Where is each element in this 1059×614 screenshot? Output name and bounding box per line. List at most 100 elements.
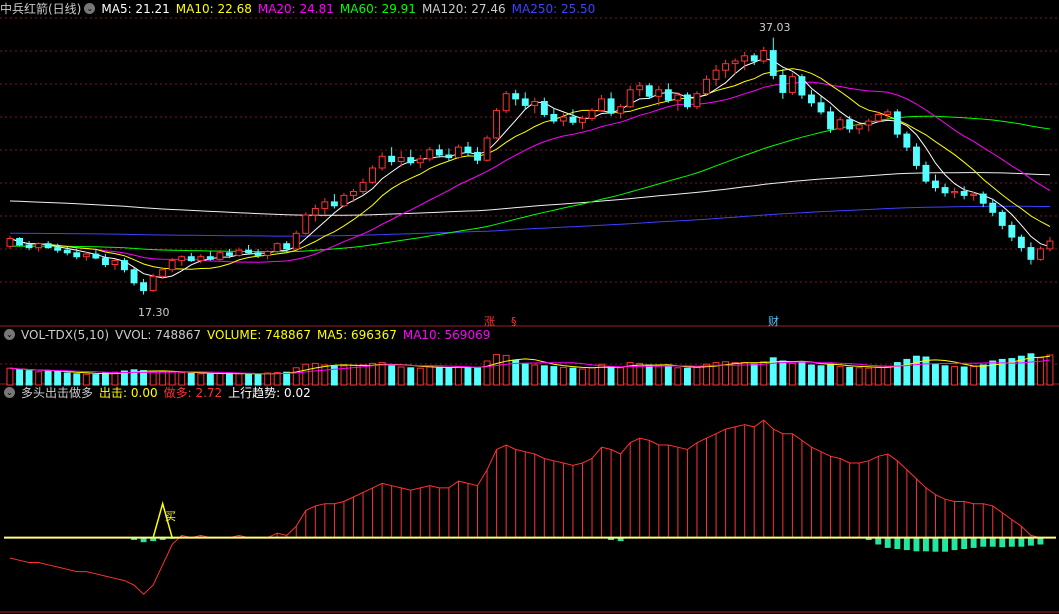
candle-body (779, 74, 787, 93)
candle-body (693, 93, 701, 108)
candle-body (607, 98, 615, 114)
volume-bar (483, 360, 491, 386)
volume-bar (455, 366, 462, 386)
volume-bar (102, 372, 109, 386)
uptrend-bar (1028, 537, 1034, 546)
uptrend-bar (1037, 537, 1044, 545)
candle-body (121, 260, 128, 271)
volume-bar (502, 354, 510, 386)
volume-bar (808, 364, 815, 386)
volume-bar (168, 371, 176, 386)
volume-bar (63, 372, 71, 386)
candle-body (960, 191, 968, 196)
volume-bar (378, 362, 386, 386)
uptrend-bar (999, 537, 1006, 548)
candle-body (435, 149, 443, 156)
volume-bar (397, 366, 405, 386)
volume-bar (216, 372, 224, 386)
volume-bar (741, 362, 749, 386)
ma250-line (10, 205, 1050, 237)
volume-bar (388, 365, 396, 386)
volume-bar (474, 367, 482, 386)
candle-body (1037, 248, 1044, 260)
volume-bar (359, 364, 367, 386)
volume-bar (521, 362, 529, 386)
event-marker-cai[interactable]: 财 (768, 314, 779, 328)
candle-body (206, 256, 214, 260)
ind-legend-item: 多头出击做多 (21, 386, 94, 400)
settings-chevron-icon[interactable]: ⌄ (84, 3, 96, 14)
indicator-settings-chevron-icon[interactable]: ⌄ (4, 387, 15, 398)
candle-body (340, 194, 348, 207)
uptrend-bar (903, 537, 910, 551)
volume-bar (731, 362, 739, 386)
volume-bar (311, 362, 319, 386)
moving-average-lines (9, 57, 1051, 279)
volume-bars (6, 353, 1054, 386)
candle-body (722, 63, 729, 71)
candle-body (82, 253, 90, 258)
candle-body (6, 238, 14, 247)
candle-body (493, 110, 501, 139)
candle-body (893, 111, 901, 135)
candle-body (874, 114, 882, 122)
volume-bar (836, 366, 844, 386)
uptrend-bar (894, 537, 901, 549)
candle-body (531, 101, 539, 106)
candle-body (626, 89, 634, 108)
volume-bar (73, 373, 81, 386)
vol-legend-item: VOLUME: 748867 (207, 328, 311, 342)
candle-body (302, 214, 310, 234)
volume-bar (798, 362, 806, 386)
candle-body (25, 244, 33, 249)
candle-body (846, 119, 854, 130)
ma-legend-item: MA60: 29.91 (339, 2, 416, 16)
stock-chart[interactable]: 37.03 17.30 买 涨 § 财 (0, 0, 1059, 614)
volume-bar (531, 364, 539, 386)
vol-legend-item: VOL-TDX(5,10) (21, 328, 110, 342)
annotations: 37.03 17.30 买 涨 § 财 (138, 21, 791, 523)
volume-bar (674, 367, 682, 386)
volume-bar (932, 363, 939, 386)
uptrend-bar (932, 537, 939, 552)
candle-body (73, 252, 81, 258)
candle-body (1008, 224, 1016, 238)
ma5-line (9, 57, 1051, 279)
volume-bar (865, 367, 873, 386)
candle-body (445, 154, 453, 159)
volume-bar (44, 370, 52, 386)
volume-bar (579, 368, 586, 386)
candle-body (359, 181, 367, 192)
volume-bar (884, 366, 892, 386)
candle-body (197, 256, 205, 262)
volume-bar (750, 363, 758, 386)
candlestick-series (6, 37, 1054, 295)
volume-bar (226, 372, 233, 386)
candle-body (63, 249, 71, 254)
ind-legend-item: 做多: 2.72 (163, 386, 223, 400)
uptrend-bar (913, 537, 920, 552)
candle-body (655, 89, 663, 97)
uptrend-bar (970, 537, 977, 548)
main-chart-header: 中兵红箭(日线) ⌄ MA5: 21.21 MA10: 22.68 MA20: 24.8… (0, 1, 607, 18)
uptrend-bar (923, 537, 929, 552)
volume-bar (445, 367, 453, 386)
candle-body (989, 202, 997, 213)
candle-body (970, 193, 978, 196)
candle-body (788, 76, 796, 93)
ma-legend: MA5: 21.21 MA10: 22.68 MA20: 24.81 MA60: 29… (101, 2, 601, 16)
volume-bar (6, 367, 14, 386)
volume-bar (16, 369, 24, 386)
candle-body (808, 94, 815, 104)
event-marker-section[interactable]: § (511, 315, 517, 328)
candle-body (187, 256, 195, 262)
candle-body (932, 180, 939, 189)
candle-body (569, 116, 577, 123)
volume-bar (1037, 357, 1044, 386)
volume-bar (960, 366, 968, 386)
volume-settings-chevron-icon[interactable]: ⌄ (4, 329, 15, 340)
ma60-line (9, 115, 1051, 253)
candle-body (664, 89, 672, 101)
candle-body (979, 193, 987, 204)
volume-bar (817, 365, 825, 386)
